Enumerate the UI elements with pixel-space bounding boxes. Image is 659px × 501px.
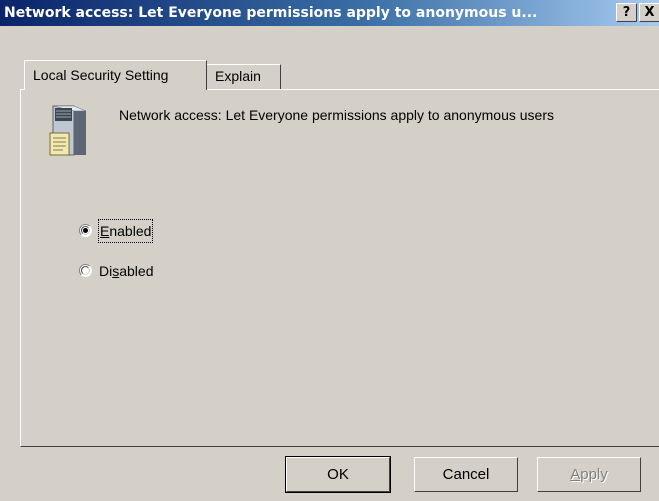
radio-button-unchecked[interactable]	[79, 264, 92, 277]
cancel-button[interactable]: Cancel	[414, 457, 518, 492]
tab-local-security-setting[interactable]: Local Security Setting	[24, 60, 207, 90]
title-bar[interactable]: Network access: Let Everyone permissions…	[0, 0, 659, 26]
radio-disabled-label[interactable]: Disabled	[99, 260, 154, 282]
tab-label: Local Security Setting	[33, 67, 169, 83]
window-title: Network access: Let Everyone permissions…	[4, 5, 538, 21]
apply-button[interactable]: Apply	[537, 457, 641, 492]
server-icon	[49, 105, 87, 156]
accelerator-key: A	[570, 466, 581, 483]
policy-description: Network access: Let Everyone permissions…	[119, 107, 554, 123]
label-pre: Di	[99, 263, 113, 279]
radio-dot	[83, 228, 88, 233]
accelerator-key: E	[100, 223, 110, 239]
help-button[interactable]: ?	[616, 3, 637, 22]
tab-explain[interactable]: Explain	[207, 64, 281, 90]
ok-button[interactable]: OK	[286, 457, 390, 492]
dialog-window: Network access: Let Everyone permissions…	[0, 0, 659, 501]
tab-label: Explain	[215, 68, 261, 84]
button-label-rest: pply	[580, 466, 608, 483]
radio-button-checked[interactable]	[79, 224, 92, 237]
close-button[interactable]: X	[639, 3, 659, 22]
label-rest: nabled	[109, 223, 152, 239]
radio-enabled-label[interactable]: Enabled	[97, 219, 154, 243]
label-rest: abled	[119, 263, 154, 279]
tab-panel: Network access: Let Everyone permissions…	[20, 89, 659, 447]
